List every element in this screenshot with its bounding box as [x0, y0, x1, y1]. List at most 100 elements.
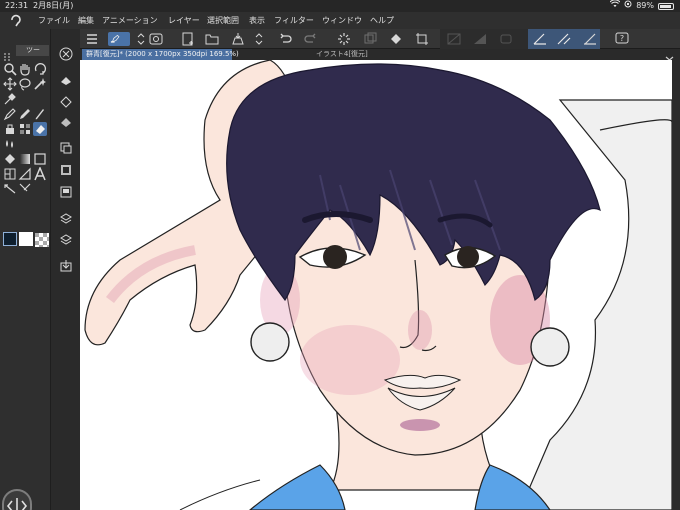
- sub-color-swatch[interactable]: [19, 232, 33, 246]
- fill-bucket-icon[interactable]: [388, 32, 404, 46]
- copy-icon[interactable]: [59, 141, 73, 155]
- text-tool-icon[interactable]: [33, 167, 47, 181]
- help-icon[interactable]: ?: [614, 32, 630, 46]
- clear-layer-icon[interactable]: [59, 73, 73, 87]
- redo-icon[interactable]: [302, 32, 318, 46]
- undo-icon[interactable]: [278, 32, 294, 46]
- menu-edit[interactable]: 編集: [78, 12, 94, 29]
- menu-view[interactable]: 表示: [249, 12, 265, 29]
- layer-thumbnail-icon[interactable]: [59, 185, 73, 199]
- close-panel-icon[interactable]: [59, 47, 73, 61]
- command-bar: ?: [80, 29, 680, 49]
- transform-icon[interactable]: [362, 32, 378, 46]
- frame-tool-icon[interactable]: [3, 167, 17, 181]
- document-tab-label: 群青[復元]* (2000 x 1700px 350dpi 169.5%): [86, 50, 239, 58]
- tool-panel-tab-label: ツー: [26, 46, 40, 54]
- magic-wand-icon[interactable]: [33, 77, 47, 91]
- clock-time: 22:31: [5, 1, 29, 10]
- edge-keyboard-button[interactable]: [2, 489, 32, 510]
- pencil-tool-icon[interactable]: [18, 107, 32, 121]
- pupil-right: [457, 246, 479, 268]
- chin-shadow: [400, 419, 440, 431]
- chevron-down-icon[interactable]: [665, 49, 674, 61]
- menu-file[interactable]: ファイル: [38, 12, 70, 29]
- layers-icon[interactable]: [59, 233, 73, 247]
- ruler-snap-icon[interactable]: [532, 32, 548, 46]
- move-tool-icon[interactable]: [3, 77, 17, 91]
- collar-line: [179, 479, 261, 510]
- layer-property-icon[interactable]: [148, 32, 164, 46]
- chevron-updown-icon[interactable]: [133, 32, 145, 46]
- menu-help[interactable]: ヘルプ: [370, 12, 394, 29]
- clock-date: 2月8日(月): [33, 1, 74, 10]
- save-icon[interactable]: [230, 32, 246, 46]
- svg-text:?: ?: [620, 34, 624, 43]
- wifi-icon: [609, 0, 621, 12]
- fill-tool-icon[interactable]: [3, 152, 17, 166]
- right-scroll-strip[interactable]: [672, 60, 680, 510]
- import-icon[interactable]: [59, 259, 73, 273]
- rotate-tool-icon[interactable]: [33, 62, 47, 76]
- paste-icon[interactable]: [59, 163, 73, 177]
- ios-status-bar: 22:31 2月8日(月) 89%: [0, 0, 680, 12]
- document-tab-label: イラスト4[復元]: [316, 50, 368, 58]
- lasso-tool-icon[interactable]: [18, 77, 32, 91]
- menu-animation[interactable]: アニメーション: [102, 12, 158, 29]
- gradient-tool-icon[interactable]: [18, 152, 32, 166]
- drag-handle-icon[interactable]: [3, 46, 11, 61]
- crop-icon[interactable]: [414, 32, 430, 46]
- pen-tool-icon[interactable]: [3, 107, 17, 121]
- lock-rotation-icon: [624, 0, 632, 12]
- nose-shading: [408, 310, 432, 350]
- new-canvas-icon[interactable]: [180, 32, 196, 46]
- hand-tool-icon[interactable]: [18, 62, 32, 76]
- correct-line-snap-icon[interactable]: [556, 32, 572, 46]
- document-tab-active[interactable]: 群青[復元]* (2000 x 1700px 350dpi 169.5%): [82, 49, 239, 60]
- main-color-swatch[interactable]: [3, 232, 17, 246]
- menu-filter[interactable]: フィルター: [274, 12, 314, 29]
- figure-tool-icon[interactable]: [33, 152, 47, 166]
- decoration-icon[interactable]: [18, 122, 32, 136]
- selection-off-icon[interactable]: [446, 32, 462, 46]
- menu-layer[interactable]: レイヤー: [168, 12, 200, 29]
- save-options-chevron-icon[interactable]: [251, 32, 263, 46]
- earring-right: [530, 327, 570, 367]
- tool-panel-header: ツー: [0, 44, 50, 61]
- loading-icon[interactable]: [336, 32, 352, 46]
- shirt-left: [249, 464, 346, 510]
- app-window: 22:31 2月8日(月) 89% ファイル 編集 アニメーション レイヤー 選…: [0, 0, 680, 510]
- invert-selection-icon[interactable]: [472, 32, 488, 46]
- snap-to-ruler-icon[interactable]: [498, 32, 514, 46]
- document-tab[interactable]: イラスト4[復元]: [312, 49, 372, 60]
- zoom-tool-icon[interactable]: [3, 62, 17, 76]
- pupil-left: [323, 245, 347, 269]
- blend-tool-icon[interactable]: [3, 137, 17, 151]
- correct-line-icon[interactable]: [18, 182, 32, 196]
- menu-selection[interactable]: 選択範囲: [207, 12, 239, 29]
- transparent-color-swatch[interactable]: [35, 232, 49, 247]
- erase-selection-icon[interactable]: [59, 115, 73, 129]
- eyedropper-icon[interactable]: [3, 92, 17, 106]
- cheek-left-blush: [300, 325, 400, 395]
- fill-layer-icon[interactable]: [59, 95, 73, 109]
- quick-access-icon[interactable]: [108, 32, 130, 46]
- pressure-icon[interactable]: [582, 32, 598, 46]
- open-folder-icon[interactable]: [204, 32, 220, 46]
- ruler-tool-icon[interactable]: [18, 167, 32, 181]
- side-command-bar: [50, 29, 80, 510]
- document-tab-bar: 群青[復元]* (2000 x 1700px 350dpi 169.5%) イラ…: [80, 49, 680, 61]
- battery-percent: 89%: [636, 1, 654, 10]
- drawing-canvas[interactable]: [80, 60, 672, 510]
- airbrush-icon[interactable]: [3, 122, 17, 136]
- layer-stack-icon[interactable]: [59, 211, 73, 225]
- illustration: [84, 60, 672, 510]
- balloon-tool-icon[interactable]: [3, 182, 17, 196]
- menu-window[interactable]: ウィンドウ: [322, 12, 362, 29]
- app-logo-icon[interactable]: [9, 14, 23, 27]
- eraser-tool-icon[interactable]: [33, 122, 47, 136]
- brush-tool-icon[interactable]: [33, 107, 47, 121]
- hamburger-menu-icon[interactable]: [84, 32, 100, 46]
- status-right: 89%: [609, 0, 674, 12]
- tool-panel-tab[interactable]: ツー: [16, 45, 49, 56]
- menu-bar: ファイル 編集 アニメーション レイヤー 選択範囲 表示 フィルター ウィンドウ…: [0, 12, 680, 29]
